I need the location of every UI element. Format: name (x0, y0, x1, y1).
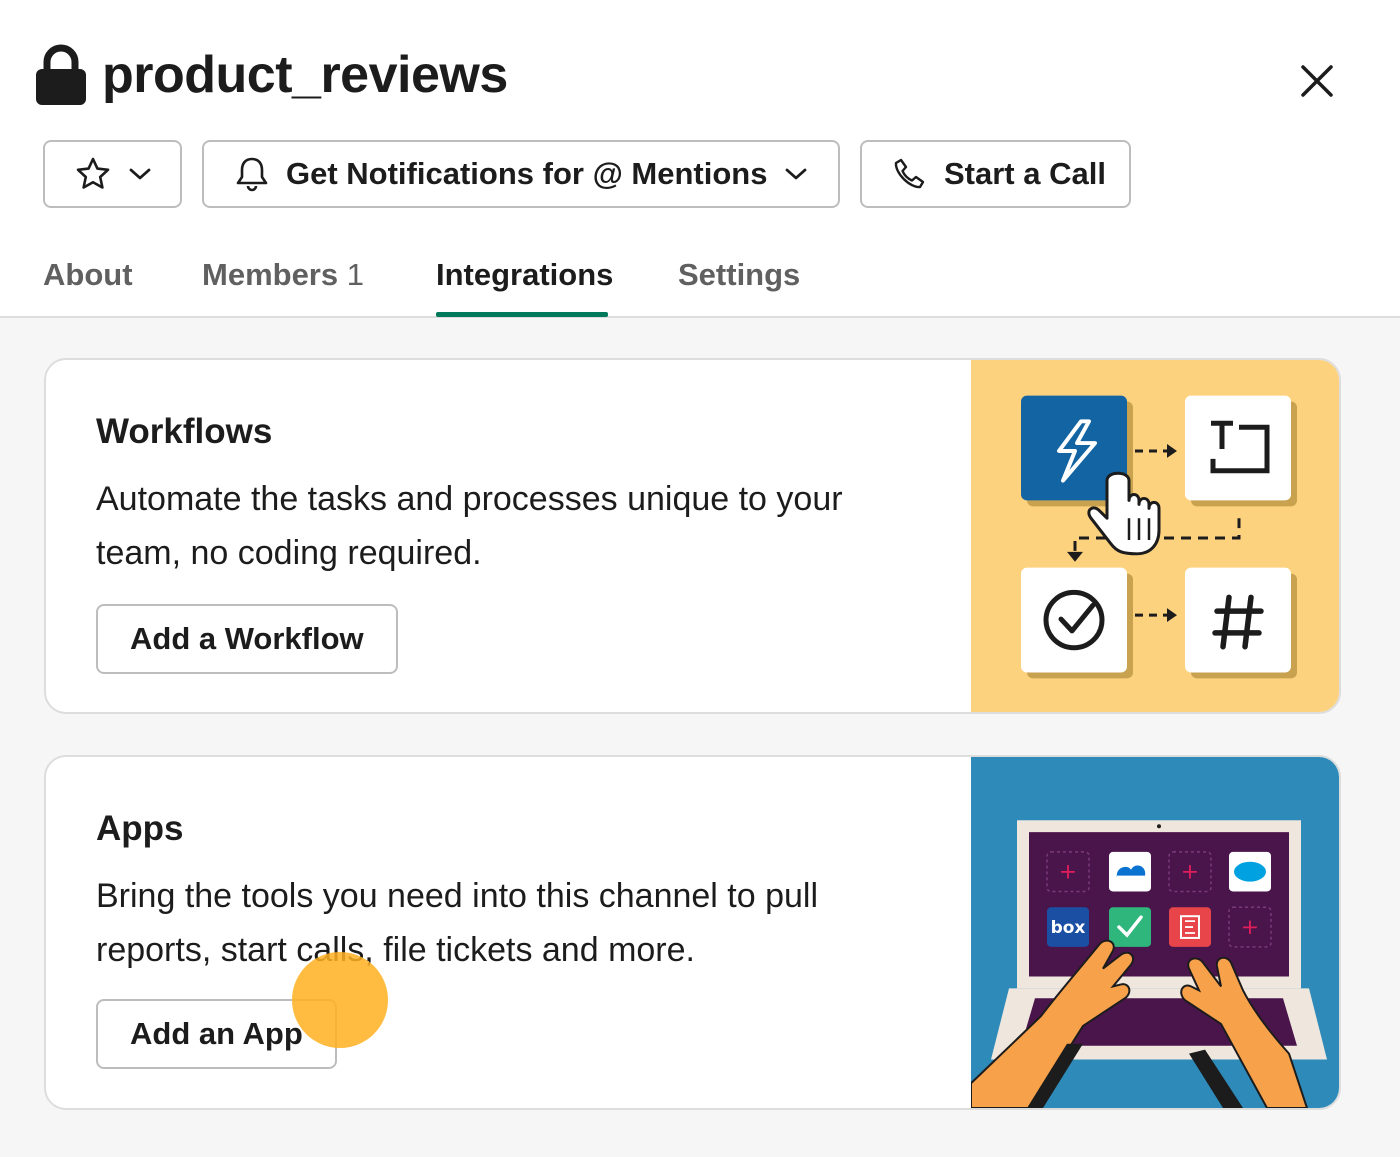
page-title: product_reviews (102, 46, 508, 104)
star-icon (76, 157, 109, 189)
start-call-button[interactable]: Start a Call (860, 140, 1131, 208)
phone-icon (894, 158, 925, 189)
chevron-down-icon (129, 168, 150, 180)
close-button[interactable] (1292, 56, 1342, 106)
apps-description: Bring the tools you need into this chann… (96, 877, 819, 969)
box-icon: box (1051, 917, 1086, 937)
tab-integrations-label: Integrations (436, 257, 614, 292)
lock-icon (36, 44, 86, 105)
svg-text:+: + (1181, 860, 1199, 885)
member-count: 1 (346, 257, 364, 292)
apps-card: Apps Bring the tools you need into this … (44, 755, 1341, 1110)
tab-about-label: About (43, 257, 133, 292)
apps-title: Apps (96, 809, 184, 848)
workflow-illustration (971, 360, 1339, 712)
chevron-down-icon (786, 168, 807, 180)
close-icon (1301, 65, 1333, 97)
svg-text:+: + (1059, 860, 1077, 885)
tab-members-label: Members (202, 257, 339, 292)
add-workflow-button[interactable]: Add a Workflow (96, 604, 398, 674)
tab-members[interactable]: Members 1 (202, 248, 364, 318)
add-app-button[interactable]: Add an App (96, 999, 337, 1069)
svg-text:+: + (1241, 915, 1259, 940)
workflows-card: Workflows Automate the tasks and process… (44, 358, 1341, 714)
tab-integrations[interactable]: Integrations (436, 248, 613, 318)
channel-details-header: product_reviews Get Notifications for @ … (0, 0, 1400, 318)
notifications-button[interactable]: Get Notifications for @ Mentions (202, 140, 840, 208)
tab-about[interactable]: About (43, 248, 133, 318)
salesforce-icon (1234, 861, 1266, 882)
apps-illustration: + + box + (971, 757, 1339, 1108)
integrations-panel: Workflows Automate the tasks and process… (0, 318, 1400, 1157)
active-tab-indicator (436, 312, 608, 317)
notifications-label: Get Notifications for @ Mentions (286, 156, 768, 191)
star-channel-button[interactable] (43, 140, 182, 208)
title-row: product_reviews (34, 42, 508, 108)
start-call-label: Start a Call (944, 156, 1106, 191)
tab-settings[interactable]: Settings (678, 248, 800, 318)
tab-settings-label: Settings (678, 257, 801, 292)
bell-icon (236, 157, 268, 192)
workflows-title: Workflows (96, 412, 273, 451)
workflows-description: Automate the tasks and processes unique … (96, 480, 843, 572)
